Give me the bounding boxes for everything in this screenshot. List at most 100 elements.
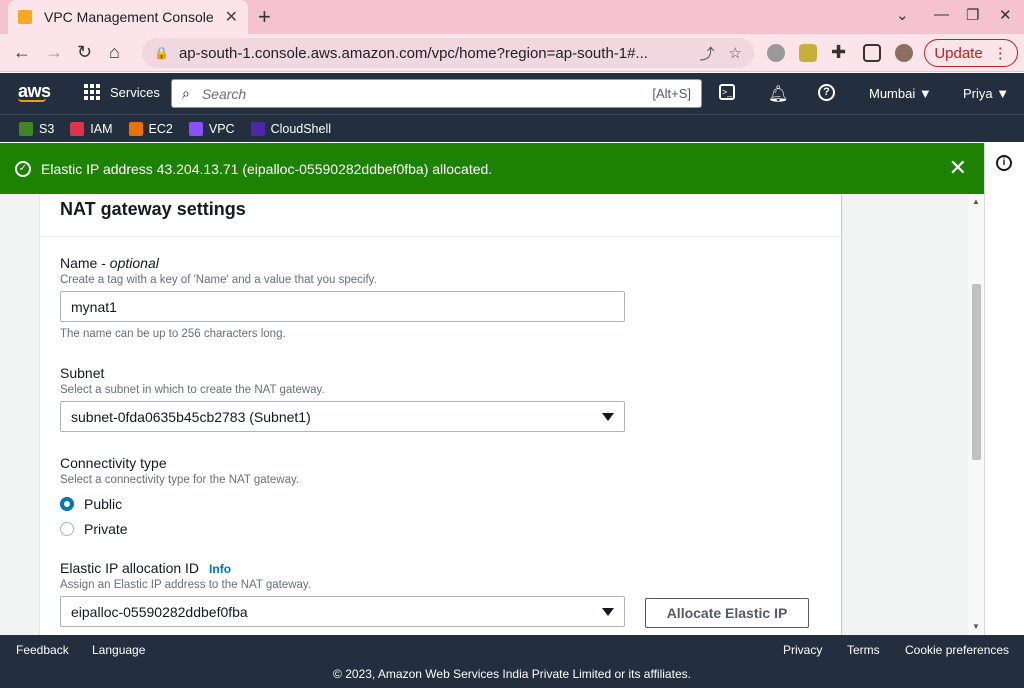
favorite-cloudshell[interactable]: CloudShell — [250, 121, 332, 136]
extension-icon[interactable] — [799, 44, 817, 62]
name-field: Name - optional Create a tag with a key … — [60, 255, 625, 340]
main-content: NAT gateway settings Name - optional Cre… — [0, 194, 984, 635]
user-label: Priya — [963, 86, 993, 101]
side-panel-icon[interactable] — [863, 44, 881, 62]
scroll-up-icon[interactable]: ▲ — [972, 197, 980, 206]
browser-tab[interactable]: VPC Management Console ✕ — [8, 0, 248, 34]
bookmark-star-icon[interactable]: ☆ — [729, 44, 742, 62]
vpc-icon — [188, 121, 203, 136]
tab-search-chevron-icon[interactable]: ⌄ — [896, 6, 909, 24]
eip-description: Assign an Elastic IP address to the NAT … — [60, 579, 312, 591]
favorite-label: VPC — [208, 121, 235, 136]
search-icon: ⌕ — [182, 85, 190, 101]
tools-panel: i — [984, 143, 1024, 635]
extension-icon[interactable] — [767, 44, 785, 62]
url-text[interactable]: ap-south-1.console.aws.amazon.com/vpc/ho… — [179, 45, 686, 62]
help-icon[interactable]: ? — [818, 84, 835, 101]
forward-icon[interactable]: → — [45, 42, 63, 63]
subnet-value: subnet-0fda0635b45cb2783 (Subnet1) — [71, 408, 311, 425]
name-label-text: Name - — [60, 255, 110, 271]
browser-toolbar: ← → ↻ ⌂ 🔒 ap-south-1.console.aws.amazon.… — [0, 34, 1024, 72]
maximize-icon[interactable]: ❐ — [966, 6, 979, 24]
update-button[interactable]: Update ⋮ — [924, 39, 1018, 67]
info-icon[interactable]: i — [996, 155, 1012, 171]
favorites-bar: S3 IAM EC2 VPC CloudShell — [0, 114, 1024, 142]
favorite-label: IAM — [90, 121, 113, 136]
address-bar[interactable]: 🔒 ap-south-1.console.aws.amazon.com/vpc/… — [142, 38, 754, 68]
favorite-iam[interactable]: IAM — [70, 121, 113, 136]
dropdown-caret-icon — [602, 607, 614, 616]
region-selector[interactable]: Mumbai ▼ — [869, 86, 932, 101]
search-placeholder: Search — [201, 85, 247, 102]
close-tab-icon[interactable]: ✕ — [225, 7, 238, 27]
favorite-vpc[interactable]: VPC — [188, 121, 235, 136]
more-vert-icon: ⋮ — [992, 45, 1008, 62]
eip-label-text: Elastic IP allocation ID — [60, 560, 200, 576]
profile-avatar[interactable] — [895, 44, 913, 62]
back-icon[interactable]: ← — [13, 42, 31, 63]
eip-value: eipalloc-05590282ddbef0fba — [71, 603, 248, 620]
eip-select[interactable]: eipalloc-05590282ddbef0fba — [60, 596, 625, 627]
update-label: Update — [934, 44, 983, 62]
allocate-elastic-ip-button[interactable]: Allocate Elastic IP — [645, 598, 809, 628]
scroll-down-icon[interactable]: ▼ — [972, 622, 980, 631]
eip-info-link[interactable]: Info — [209, 562, 231, 576]
name-input[interactable]: mynat1 — [60, 291, 625, 322]
panel-title: NAT gateway settings — [40, 194, 841, 237]
terms-link[interactable]: Terms — [847, 643, 880, 657]
subnet-label: Subnet — [60, 365, 105, 381]
optional-label: optional — [109, 255, 159, 271]
console-footer: Feedback Language Privacy Terms Cookie p… — [0, 635, 1024, 688]
radio-private[interactable]: Private — [60, 516, 299, 541]
favorite-label: CloudShell — [270, 121, 332, 136]
feedback-link[interactable]: Feedback — [16, 643, 69, 657]
lock-icon[interactable]: 🔒 — [154, 46, 169, 60]
region-label: Mumbai — [869, 86, 916, 101]
favorite-ec2[interactable]: EC2 — [128, 121, 173, 136]
iam-icon — [70, 121, 85, 136]
radio-selected-icon[interactable] — [60, 496, 74, 511]
name-label: Name - optional — [60, 255, 625, 271]
dropdown-caret-icon — [602, 412, 614, 421]
language-link[interactable]: Language — [92, 643, 145, 657]
flash-message: Elastic IP address 43.204.13.71 (eipallo… — [41, 160, 493, 177]
favorite-label: S3 — [39, 121, 55, 136]
subnet-select[interactable]: subnet-0fda0635b45cb2783 (Subnet1) — [60, 401, 625, 432]
extensions-puzzle-icon[interactable]: ✚ — [831, 42, 846, 63]
notifications-bell-icon[interactable]: 🔔︎ — [768, 84, 788, 104]
account-menu[interactable]: Priya ▼ — [963, 86, 1009, 101]
name-description: Create a tag with a key of 'Name' and a … — [60, 274, 377, 286]
eip-field: Elastic IP allocation ID Info Assign an E… — [60, 560, 625, 627]
tab-title: VPC Management Console — [44, 9, 214, 25]
cloudshell-icon[interactable]: >_ — [719, 84, 735, 100]
success-check-icon: ✓ — [15, 160, 31, 177]
share-icon[interactable]: ⤴ — [700, 43, 715, 64]
privacy-link[interactable]: Privacy — [783, 643, 822, 657]
cloudshell-service-icon — [250, 121, 265, 136]
ec2-icon — [128, 121, 143, 136]
search-shortcut: [Alt+S] — [652, 86, 691, 101]
page-scrollbar[interactable]: ▲ ▼ — [968, 194, 984, 635]
cookie-preferences-link[interactable]: Cookie preferences — [905, 643, 1009, 657]
s3-icon — [19, 121, 33, 136]
home-icon[interactable]: ⌂ — [109, 42, 120, 63]
connectivity-description: Select a connectivity type for the NAT g… — [60, 474, 300, 486]
radio-public[interactable]: Public — [60, 491, 299, 516]
new-tab-icon[interactable]: + — [258, 4, 271, 30]
favorite-label: EC2 — [148, 121, 173, 136]
favorite-s3[interactable]: S3 — [19, 121, 55, 136]
services-menu[interactable]: Services — [84, 84, 160, 100]
connectivity-field: Connectivity type Select a connectivity … — [60, 455, 299, 541]
search-input[interactable]: ⌕ Search [Alt+S] — [171, 79, 702, 108]
eip-label: Elastic IP allocation ID Info — [60, 560, 625, 576]
nat-gateway-settings-panel: NAT gateway settings Name - optional Cre… — [40, 194, 841, 635]
subnet-description: Select a subnet in which to create the N… — [60, 384, 325, 396]
radio-unselected-icon[interactable] — [60, 521, 74, 536]
radio-private-label: Private — [84, 520, 128, 537]
minimize-icon[interactable]: — — [934, 6, 949, 23]
scrollbar-thumb[interactable] — [972, 284, 981, 460]
reload-icon[interactable]: ↻ — [77, 42, 92, 63]
dismiss-close-icon[interactable]: ✕ — [949, 155, 967, 181]
aws-logo[interactable]: aws — [18, 81, 51, 102]
close-window-icon[interactable]: ✕ — [999, 6, 1012, 24]
